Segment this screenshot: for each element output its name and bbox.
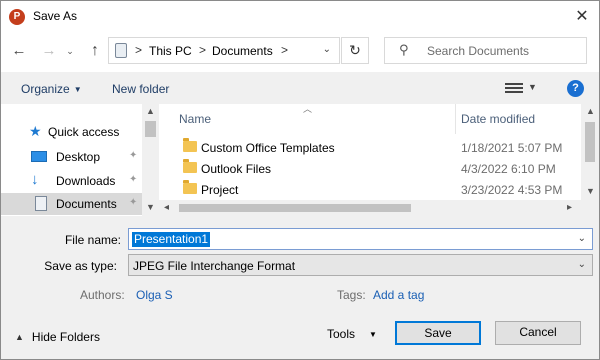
search-box[interactable]: ⚲ [384,37,587,64]
save-as-type-select[interactable]: JPEG File Interchange Format ⌄ [128,254,593,276]
caret-down-icon: ▼ [369,330,377,339]
hide-folders-label: Hide Folders [31,330,100,344]
file-row[interactable]: Outlook Files 4/3/2022 6:10 PM [159,158,579,179]
title-bar: P Save As ✕ [1,1,599,32]
scrollbar-corner [581,200,599,216]
address-bar[interactable]: > This PC > Documents > ⌄ [108,37,340,64]
back-arrow-icon[interactable]: ← [9,40,29,62]
file-row[interactable]: Project 3/23/2022 4:53 PM [159,179,579,200]
view-dropdown-caret-icon[interactable]: ▼ [528,82,537,92]
breadcrumb-separator[interactable]: > [281,43,288,57]
file-list: ︿ Name Date modified Custom Office Templ… [159,104,599,216]
save-as-type-label: Save as type: [44,259,117,273]
refresh-button[interactable]: ↻ [341,37,369,64]
organize-menu-button[interactable]: Organize ▼ [21,82,82,96]
file-name-value[interactable]: Presentation1 [132,232,211,247]
file-date: 4/3/2022 6:10 PM [461,162,556,176]
scroll-right-arrow-icon[interactable]: ▸ [567,202,572,213]
help-icon[interactable]: ? [567,80,584,97]
recent-locations-chevron-icon[interactable]: ⌄ [64,40,76,62]
tags-label: Tags: [337,288,366,302]
address-dropdown-chevron-icon[interactable]: ⌄ [323,44,331,55]
hide-folders-button[interactable]: ▲ Hide Folders [15,330,100,344]
search-input[interactable] [425,42,580,60]
folder-icon [183,138,197,152]
sidebar-item-documents[interactable]: Documents ✦ [1,193,142,215]
scroll-left-arrow-icon[interactable]: ◂ [164,202,169,213]
pin-icon: ✦ [129,150,138,161]
file-row[interactable]: Custom Office Templates 1/18/2021 5:07 P… [159,137,579,158]
sidebar-item-label: Desktop [56,150,101,164]
organize-label: Organize [21,82,70,96]
cancel-button[interactable]: Cancel [495,321,581,345]
scroll-down-arrow-icon[interactable]: ▼ [146,202,155,212]
sort-ascending-caret-icon: ︿ [303,104,313,114]
search-icon: ⚲ [399,42,409,57]
file-name: Custom Office Templates [201,141,335,155]
file-name: Outlook Files [201,162,272,176]
documents-location-icon [115,43,127,58]
sidebar-item-downloads[interactable]: ↓ Downloads ✦ [1,170,142,192]
powerpoint-icon: P [9,9,25,25]
dialog-title: Save As [33,9,78,23]
save-as-type-value: JPEG File Interchange Format [133,259,296,273]
authors-label: Authors: [80,288,125,302]
tools-label: Tools [327,327,356,341]
sidebar-item-label: Documents [56,197,117,211]
desktop-icon [31,151,47,162]
save-as-dialog: P Save As ✕ ← → ⌄ ↑ > This PC > Document… [0,0,600,360]
scroll-up-arrow-icon[interactable]: ▲ [586,106,595,116]
sidebar-item-desktop[interactable]: Desktop ✦ [1,146,142,168]
scrollbar-thumb[interactable] [179,204,411,212]
tags-value[interactable]: Add a tag [373,288,424,302]
breadcrumb-separator[interactable]: > [199,43,206,57]
navigation-pane: ★ Quick access Desktop ✦ ↓ Downloads ✦ D… [1,104,159,216]
file-date: 3/23/2022 4:53 PM [461,183,563,197]
close-button[interactable]: ✕ [565,1,599,32]
command-bar: Organize ▼ New folder ▼ ? [1,72,599,104]
folder-icon [183,159,197,173]
breadcrumb-separator[interactable]: > [135,43,142,57]
download-icon: ↓ [31,171,39,188]
sidebar-item-quick-access[interactable]: ★ Quick access [1,121,142,143]
new-folder-button[interactable]: New folder [112,82,169,96]
file-name-dropdown-chevron-icon[interactable]: ⌄ [578,233,586,244]
file-name-label: File name: [64,233,121,247]
view-options-icon[interactable] [505,81,523,95]
pin-icon: ✦ [129,174,138,185]
file-name: Project [201,183,239,197]
breadcrumb-documents[interactable]: Documents [212,44,273,58]
scrollbar-thumb[interactable] [145,121,156,137]
scroll-up-arrow-icon[interactable]: ▲ [146,106,155,116]
tools-menu-button[interactable]: Tools ▼ [327,327,377,341]
file-list-horizontal-scrollbar[interactable]: ◂ ▸ [159,200,581,216]
pin-icon: ✦ [129,197,138,208]
file-name-field[interactable]: Presentation1 ⌄ [128,228,593,250]
column-divider[interactable] [455,104,456,134]
chevron-up-icon: ▲ [15,332,24,342]
folder-icon [183,180,197,194]
documents-icon [35,196,47,211]
breadcrumb-this-pc[interactable]: This PC [149,44,192,58]
file-date: 1/18/2021 5:07 PM [461,141,563,155]
save-button[interactable]: Save [395,321,481,345]
navigation-bar: ← → ⌄ ↑ > This PC > Documents > ⌄ ↻ ⚲ [1,32,599,72]
authors-value[interactable]: Olga S [136,288,173,302]
sidebar-item-label: Quick access [48,125,120,139]
sidebar-item-label: Downloads [56,174,116,188]
nav-pane-scrollbar[interactable]: ▲ ▼ [142,104,159,216]
scroll-down-arrow-icon[interactable]: ▼ [586,186,595,196]
save-as-type-dropdown-chevron-icon[interactable]: ⌄ [578,259,586,270]
star-icon: ★ [29,123,42,139]
caret-down-icon: ▼ [73,85,82,94]
up-arrow-icon[interactable]: ↑ [85,40,105,62]
file-list-vertical-scrollbar[interactable]: ▲ ▼ [581,104,599,200]
forward-arrow-icon[interactable]: → [39,40,59,62]
scrollbar-thumb[interactable] [585,122,595,162]
